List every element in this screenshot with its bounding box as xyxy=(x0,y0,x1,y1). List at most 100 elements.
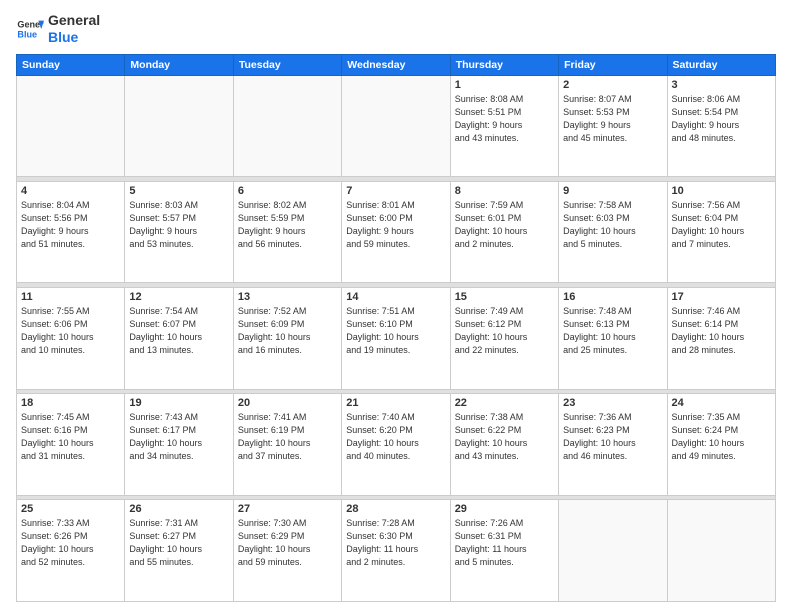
day-info: Sunrise: 8:07 AM Sunset: 5:53 PM Dayligh… xyxy=(563,93,662,145)
col-header-monday: Monday xyxy=(125,54,233,75)
calendar-cell: 10 Sunrise: 7:56 AM Sunset: 6:04 PM Dayli… xyxy=(667,181,775,283)
calendar-cell: 21Sunrise: 7:40 AM Sunset: 6:20 PM Dayli… xyxy=(342,394,450,496)
day-info: Sunrise: 7:41 AM Sunset: 6:19 PM Dayligh… xyxy=(238,411,337,463)
calendar-cell: 6 Sunrise: 8:02 AM Sunset: 5:59 PM Daylig… xyxy=(233,181,341,283)
day-number: 21 xyxy=(346,397,445,409)
day-info: Sunrise: 7:26 AM Sunset: 6:31 PM Dayligh… xyxy=(455,517,554,569)
day-info: Sunrise: 7:55 AM Sunset: 6:06 PM Dayligh… xyxy=(21,305,120,357)
week-row-4: 18 Sunrise: 7:45 AM Sunset: 6:16 PM Dayli… xyxy=(17,394,776,496)
calendar-cell: 22 Sunrise: 7:38 AM Sunset: 6:22 PM Dayli… xyxy=(450,394,558,496)
day-info: Sunrise: 8:03 AM Sunset: 5:57 PM Dayligh… xyxy=(129,199,228,251)
day-number: 25 xyxy=(21,503,120,515)
calendar-cell xyxy=(667,500,775,602)
calendar-cell: 23 Sunrise: 7:36 AM Sunset: 6:23 PM Dayli… xyxy=(559,394,667,496)
day-number: 2 xyxy=(563,79,662,91)
calendar-cell: 15 Sunrise: 7:49 AM Sunset: 6:12 PM Dayli… xyxy=(450,287,558,389)
day-number: 18 xyxy=(21,397,120,409)
calendar-cell xyxy=(17,75,125,177)
col-header-friday: Friday xyxy=(559,54,667,75)
calendar-cell: 18 Sunrise: 7:45 AM Sunset: 6:16 PM Dayli… xyxy=(17,394,125,496)
calendar-cell xyxy=(342,75,450,177)
day-number: 22 xyxy=(455,397,554,409)
logo-general: General xyxy=(48,12,100,29)
day-info: Sunrise: 7:43 AM Sunset: 6:17 PM Dayligh… xyxy=(129,411,228,463)
col-header-saturday: Saturday xyxy=(667,54,775,75)
calendar-table: SundayMondayTuesdayWednesdayThursdayFrid… xyxy=(16,54,776,602)
day-info: Sunrise: 7:51 AM Sunset: 6:10 PM Dayligh… xyxy=(346,305,445,357)
day-number: 29 xyxy=(455,503,554,515)
calendar-cell: 25 Sunrise: 7:33 AM Sunset: 6:26 PM Dayli… xyxy=(17,500,125,602)
day-number: 15 xyxy=(455,291,554,303)
day-info: Sunrise: 7:28 AM Sunset: 6:30 PM Dayligh… xyxy=(346,517,445,569)
day-number: 8 xyxy=(455,185,554,197)
day-info: Sunrise: 7:58 AM Sunset: 6:03 PM Dayligh… xyxy=(563,199,662,251)
day-info: Sunrise: 7:46 AM Sunset: 6:14 PM Dayligh… xyxy=(672,305,771,357)
calendar-cell: 24 Sunrise: 7:35 AM Sunset: 6:24 PM Dayli… xyxy=(667,394,775,496)
calendar-cell: 14 Sunrise: 7:51 AM Sunset: 6:10 PM Dayli… xyxy=(342,287,450,389)
calendar-cell: 9 Sunrise: 7:58 AM Sunset: 6:03 PM Daylig… xyxy=(559,181,667,283)
day-number: 14 xyxy=(346,291,445,303)
day-info: Sunrise: 8:02 AM Sunset: 5:59 PM Dayligh… xyxy=(238,199,337,251)
day-number: 13 xyxy=(238,291,337,303)
calendar-cell: 11 Sunrise: 7:55 AM Sunset: 6:06 PM Dayli… xyxy=(17,287,125,389)
calendar-cell: 5Sunrise: 8:03 AM Sunset: 5:57 PM Daylig… xyxy=(125,181,233,283)
svg-text:Blue: Blue xyxy=(17,29,37,39)
logo-blue: Blue xyxy=(48,29,100,46)
calendar-cell: 27Sunrise: 7:30 AM Sunset: 6:29 PM Dayli… xyxy=(233,500,341,602)
calendar-cell: 29 Sunrise: 7:26 AM Sunset: 6:31 PM Dayli… xyxy=(450,500,558,602)
day-info: Sunrise: 7:54 AM Sunset: 6:07 PM Dayligh… xyxy=(129,305,228,357)
week-row-3: 11 Sunrise: 7:55 AM Sunset: 6:06 PM Dayli… xyxy=(17,287,776,389)
day-number: 20 xyxy=(238,397,337,409)
calendar-cell xyxy=(559,500,667,602)
col-header-tuesday: Tuesday xyxy=(233,54,341,75)
calendar-cell: 3 Sunrise: 8:06 AM Sunset: 5:54 PM Daylig… xyxy=(667,75,775,177)
week-row-5: 25 Sunrise: 7:33 AM Sunset: 6:26 PM Dayli… xyxy=(17,500,776,602)
day-number: 1 xyxy=(455,79,554,91)
day-info: Sunrise: 7:36 AM Sunset: 6:23 PM Dayligh… xyxy=(563,411,662,463)
day-number: 17 xyxy=(672,291,771,303)
day-number: 24 xyxy=(672,397,771,409)
day-number: 4 xyxy=(21,185,120,197)
day-number: 10 xyxy=(672,185,771,197)
calendar-cell: 16Sunrise: 7:48 AM Sunset: 6:13 PM Dayli… xyxy=(559,287,667,389)
day-info: Sunrise: 8:08 AM Sunset: 5:51 PM Dayligh… xyxy=(455,93,554,145)
calendar-cell: 26 Sunrise: 7:31 AM Sunset: 6:27 PM Dayli… xyxy=(125,500,233,602)
col-header-sunday: Sunday xyxy=(17,54,125,75)
header: General Blue General Blue xyxy=(16,12,776,46)
day-info: Sunrise: 8:06 AM Sunset: 5:54 PM Dayligh… xyxy=(672,93,771,145)
day-number: 26 xyxy=(129,503,228,515)
day-number: 23 xyxy=(563,397,662,409)
day-info: Sunrise: 8:01 AM Sunset: 6:00 PM Dayligh… xyxy=(346,199,445,251)
day-info: Sunrise: 7:33 AM Sunset: 6:26 PM Dayligh… xyxy=(21,517,120,569)
logo-icon: General Blue xyxy=(16,15,44,43)
day-number: 12 xyxy=(129,291,228,303)
day-info: Sunrise: 7:31 AM Sunset: 6:27 PM Dayligh… xyxy=(129,517,228,569)
calendar-cell: 8Sunrise: 7:59 AM Sunset: 6:01 PM Daylig… xyxy=(450,181,558,283)
day-number: 19 xyxy=(129,397,228,409)
day-number: 27 xyxy=(238,503,337,515)
day-info: Sunrise: 7:35 AM Sunset: 6:24 PM Dayligh… xyxy=(672,411,771,463)
week-row-2: 4Sunrise: 8:04 AM Sunset: 5:56 PM Daylig… xyxy=(17,181,776,283)
day-info: Sunrise: 7:49 AM Sunset: 6:12 PM Dayligh… xyxy=(455,305,554,357)
calendar-cell: 19 Sunrise: 7:43 AM Sunset: 6:17 PM Dayli… xyxy=(125,394,233,496)
calendar-cell xyxy=(125,75,233,177)
calendar-cell: 13 Sunrise: 7:52 AM Sunset: 6:09 PM Dayli… xyxy=(233,287,341,389)
calendar-cell: 12 Sunrise: 7:54 AM Sunset: 6:07 PM Dayli… xyxy=(125,287,233,389)
day-info: Sunrise: 7:48 AM Sunset: 6:13 PM Dayligh… xyxy=(563,305,662,357)
day-number: 11 xyxy=(21,291,120,303)
day-number: 3 xyxy=(672,79,771,91)
calendar-cell: 2 Sunrise: 8:07 AM Sunset: 5:53 PM Daylig… xyxy=(559,75,667,177)
calendar-cell: 17 Sunrise: 7:46 AM Sunset: 6:14 PM Dayli… xyxy=(667,287,775,389)
day-number: 7 xyxy=(346,185,445,197)
calendar-cell: 7 Sunrise: 8:01 AM Sunset: 6:00 PM Daylig… xyxy=(342,181,450,283)
day-info: Sunrise: 7:38 AM Sunset: 6:22 PM Dayligh… xyxy=(455,411,554,463)
day-info: Sunrise: 7:56 AM Sunset: 6:04 PM Dayligh… xyxy=(672,199,771,251)
day-info: Sunrise: 7:45 AM Sunset: 6:16 PM Dayligh… xyxy=(21,411,120,463)
page: General Blue General Blue SundayMondayTu… xyxy=(0,0,792,612)
day-number: 6 xyxy=(238,185,337,197)
calendar-cell: 4Sunrise: 8:04 AM Sunset: 5:56 PM Daylig… xyxy=(17,181,125,283)
col-header-wednesday: Wednesday xyxy=(342,54,450,75)
day-number: 9 xyxy=(563,185,662,197)
calendar-cell: 28Sunrise: 7:28 AM Sunset: 6:30 PM Dayli… xyxy=(342,500,450,602)
day-info: Sunrise: 7:52 AM Sunset: 6:09 PM Dayligh… xyxy=(238,305,337,357)
